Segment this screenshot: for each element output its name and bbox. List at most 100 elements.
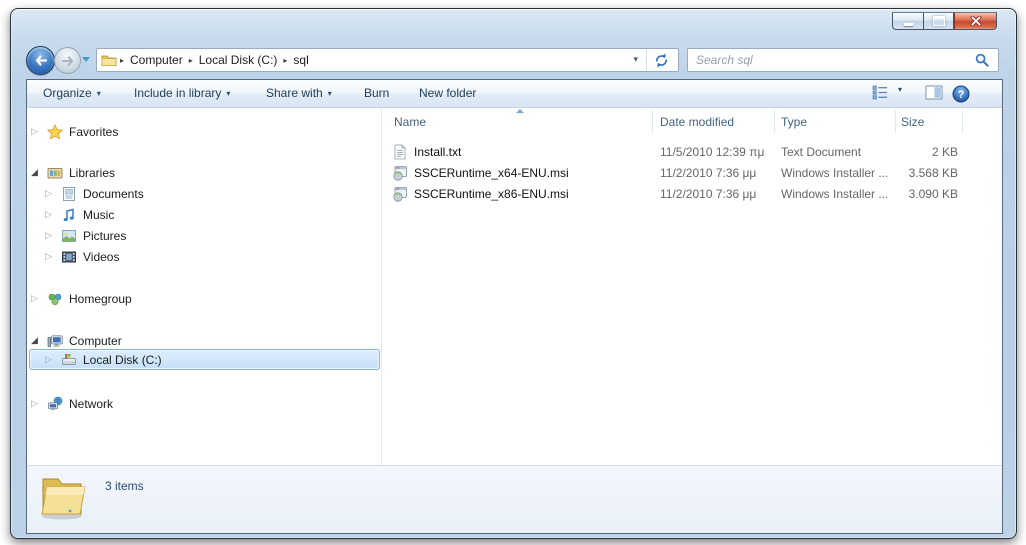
- dropdown-caret-icon: ▾: [96, 88, 101, 98]
- address-dropdown-icon[interactable]: ▾: [627, 55, 644, 65]
- installer-icon: [393, 166, 407, 181]
- explorer-window: ▸ Computer ▸ Local Disk (C:) ▸ sql ▾ Sea…: [10, 8, 1017, 539]
- search-placeholder: Search sql: [696, 53, 753, 67]
- expander-collapsed-icon[interactable]: ▷: [45, 187, 52, 201]
- chevron-icon: ▸: [283, 55, 288, 65]
- breadcrumb-sql[interactable]: sql: [290, 53, 311, 67]
- back-button[interactable]: [26, 46, 55, 75]
- file-name[interactable]: Install.txt: [414, 145, 461, 159]
- forward-button[interactable]: [54, 47, 81, 74]
- search-box[interactable]: Search sql: [687, 48, 999, 72]
- sidebar-item-label: Videos: [83, 250, 120, 264]
- column-header-name[interactable]: Name: [394, 115, 426, 129]
- chevron-icon: ▸: [188, 55, 193, 65]
- dropdown-caret-icon: ▾: [898, 85, 903, 94]
- views-icon: [872, 85, 887, 100]
- sidebar-item-computer[interactable]: ◢ Computer: [27, 331, 381, 352]
- expander-collapsed-icon[interactable]: ▷: [31, 292, 38, 306]
- file-name[interactable]: SSCERuntime_x64-ENU.msi: [414, 166, 569, 180]
- navigation-pane: ▷ Favorites ◢ Libraries ▷ Documents ▷ Mu…: [27, 108, 382, 465]
- sidebar-item-label: Pictures: [83, 229, 127, 243]
- file-list-pane: Name Date modified Type Size Install.txt…: [383, 108, 1002, 465]
- sidebar-item-label: Documents: [83, 187, 144, 201]
- organize-button[interactable]: Organize ▾: [43, 86, 101, 100]
- chevron-icon: ▸: [120, 55, 125, 65]
- file-size: 3.090 KB: [908, 187, 958, 201]
- sidebar-item-pictures[interactable]: ▷ Pictures: [27, 226, 381, 247]
- dropdown-caret-icon: ▾: [226, 88, 231, 98]
- installer-icon: [393, 187, 407, 202]
- sidebar-item-label: Network: [69, 397, 114, 411]
- column-header-row: Name Date modified Type Size: [383, 108, 1002, 135]
- content-frame: Organize ▾ Include in library ▾ Share wi…: [26, 79, 1003, 534]
- breadcrumb-computer[interactable]: Computer: [127, 53, 186, 67]
- new-folder-button[interactable]: New folder: [419, 86, 476, 100]
- file-row-ssceruntime-x64[interactable]: SSCERuntime_x64-ENU.msi 11/2/2010 7:36 μ…: [383, 163, 1002, 184]
- search-icon[interactable]: [974, 52, 990, 68]
- help-button[interactable]: ?: [952, 85, 970, 103]
- minimize-icon: [903, 22, 913, 26]
- sidebar-item-documents[interactable]: ▷ Documents: [27, 184, 381, 205]
- address-bar[interactable]: ▸ Computer ▸ Local Disk (C:) ▸ sql ▾: [96, 48, 679, 72]
- expander-collapsed-icon[interactable]: ▷: [45, 250, 52, 264]
- expander-collapsed-icon[interactable]: ▷: [31, 397, 38, 411]
- window-controls: [892, 12, 997, 30]
- sidebar-item-libraries[interactable]: ◢ Libraries: [27, 163, 381, 184]
- sidebar-item-label: Music: [83, 208, 115, 222]
- expander-expanded-icon[interactable]: ◢: [31, 166, 38, 180]
- minimize-button[interactable]: [892, 12, 923, 30]
- file-row-ssceruntime-x86[interactable]: SSCERuntime_x86-ENU.msi 11/2/2010 7:36 μ…: [383, 184, 1002, 205]
- recent-pages-dropdown-icon[interactable]: [82, 57, 90, 62]
- expander-collapsed-icon[interactable]: ▷: [31, 125, 38, 139]
- file-size: 3.568 KB: [908, 166, 958, 180]
- screenshot-root: ▸ Computer ▸ Local Disk (C:) ▸ sql ▾ Sea…: [0, 0, 1026, 545]
- address-divider: [646, 49, 647, 71]
- expander-collapsed-icon[interactable]: ▷: [45, 229, 52, 243]
- dropdown-caret-icon: ▾: [327, 88, 332, 98]
- include-in-library-button[interactable]: Include in library ▾: [134, 86, 230, 100]
- documents-icon: [63, 187, 75, 201]
- refresh-icon[interactable]: [653, 52, 670, 69]
- views-button[interactable]: [872, 85, 888, 100]
- sidebar-item-network[interactable]: ▷ Network: [27, 394, 381, 415]
- star-icon: [47, 124, 63, 140]
- file-size: 2 KB: [931, 145, 958, 159]
- file-name[interactable]: SSCERuntime_x86-ENU.msi: [414, 187, 569, 201]
- videos-icon: [62, 251, 76, 263]
- column-header-date-modified[interactable]: Date modified: [660, 115, 734, 129]
- maximize-button[interactable]: [923, 12, 954, 30]
- details-pane: 3 items: [27, 465, 1002, 533]
- breadcrumb-local-disk-c[interactable]: Local Disk (C:): [196, 53, 281, 67]
- expander-collapsed-icon[interactable]: ▷: [45, 353, 52, 367]
- preview-pane-button[interactable]: [925, 85, 943, 100]
- expander-expanded-icon[interactable]: ◢: [31, 334, 38, 348]
- close-button[interactable]: [954, 12, 997, 30]
- sidebar-item-favorites[interactable]: ▷ Favorites: [27, 122, 381, 143]
- burn-button[interactable]: Burn: [364, 86, 389, 100]
- forward-arrow-icon: [61, 55, 73, 66]
- sidebar-item-local-disk-c[interactable]: ▷ Local Disk (C:): [27, 350, 381, 371]
- organize-label: Organize: [43, 86, 92, 100]
- sidebar-item-homegroup[interactable]: ▷ Homegroup: [27, 289, 381, 310]
- disk-icon: [62, 354, 76, 365]
- expander-collapsed-icon[interactable]: ▷: [45, 208, 52, 222]
- file-date-modified: 11/2/2010 7:36 μμ: [660, 187, 757, 201]
- file-date-modified: 11/5/2010 12:39 πμ: [660, 145, 765, 159]
- sidebar-item-music[interactable]: ▷ Music: [27, 205, 381, 226]
- column-divider[interactable]: [895, 110, 896, 133]
- sidebar-item-label: Computer: [69, 334, 122, 348]
- sidebar-item-videos[interactable]: ▷ Videos: [27, 247, 381, 268]
- views-dropdown[interactable]: ▾: [898, 85, 902, 94]
- column-divider[interactable]: [774, 110, 775, 133]
- libraries-icon: [47, 168, 63, 179]
- new-folder-label: New folder: [419, 86, 477, 100]
- file-row-install-txt[interactable]: Install.txt 11/5/2010 12:39 πμ Text Docu…: [383, 142, 1002, 163]
- sidebar-item-label: Homegroup: [69, 292, 132, 306]
- close-icon: [970, 16, 981, 26]
- column-header-size[interactable]: Size: [901, 115, 924, 129]
- column-divider[interactable]: [652, 110, 653, 133]
- column-header-type[interactable]: Type: [781, 115, 807, 129]
- music-icon: [63, 208, 74, 222]
- column-divider[interactable]: [962, 110, 963, 133]
- share-with-button[interactable]: Share with ▾: [266, 86, 332, 100]
